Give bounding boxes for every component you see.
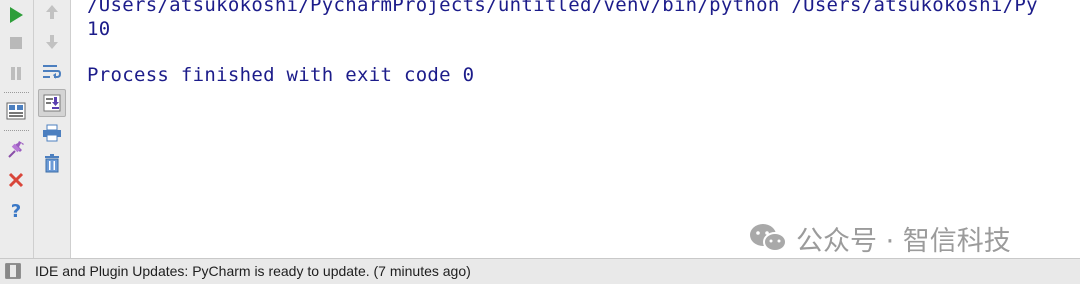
console-toolbar	[34, 0, 71, 258]
pin-icon	[8, 141, 24, 158]
watermark: 公众号 · 智信科技	[748, 218, 1011, 258]
pin-tab-button[interactable]	[3, 138, 29, 162]
help-icon: ?	[10, 200, 22, 222]
help-button[interactable]: ?	[3, 199, 29, 223]
toolbar-separator	[4, 92, 29, 93]
down-arrow-icon	[46, 35, 58, 49]
status-message[interactable]: IDE and Plugin Updates: PyCharm is ready…	[35, 263, 471, 279]
console-line-command: /Users/atsukokoshi/PycharmProjects/untit…	[87, 0, 1038, 16]
up-arrow-icon	[46, 5, 58, 19]
previous-occurrence-button[interactable]	[39, 0, 65, 24]
pause-icon	[11, 67, 21, 80]
restore-layout-icon	[6, 102, 26, 120]
run-button[interactable]	[3, 3, 29, 27]
restore-layout-button[interactable]	[3, 99, 29, 123]
pause-button[interactable]	[3, 61, 29, 85]
run-icon	[10, 7, 23, 23]
tool-windows-icon	[5, 263, 21, 279]
clear-all-button[interactable]	[39, 151, 65, 175]
console-line-output: 10	[87, 18, 111, 40]
run-toolbar: ?	[0, 0, 34, 258]
status-bar: IDE and Plugin Updates: PyCharm is ready…	[0, 258, 1080, 284]
next-occurrence-button[interactable]	[39, 30, 65, 54]
trash-icon	[45, 154, 59, 173]
toggle-tool-windows-button[interactable]	[5, 263, 21, 282]
close-icon	[8, 172, 24, 188]
toolbar-separator	[4, 130, 29, 131]
wechat-icon	[750, 224, 787, 252]
print-button[interactable]	[39, 121, 65, 145]
soft-wrap-button[interactable]	[39, 60, 65, 84]
stop-button[interactable]	[3, 31, 29, 55]
stop-icon	[10, 37, 22, 49]
print-icon	[43, 124, 61, 142]
watermark-text: 公众号 · 智信科技	[796, 225, 1011, 257]
close-button[interactable]	[3, 168, 29, 192]
scroll-to-end-button[interactable]	[38, 89, 66, 117]
scroll-to-end-icon	[43, 94, 61, 112]
console-line-exit: Process finished with exit code 0	[87, 64, 475, 86]
soft-wrap-icon	[43, 65, 62, 79]
